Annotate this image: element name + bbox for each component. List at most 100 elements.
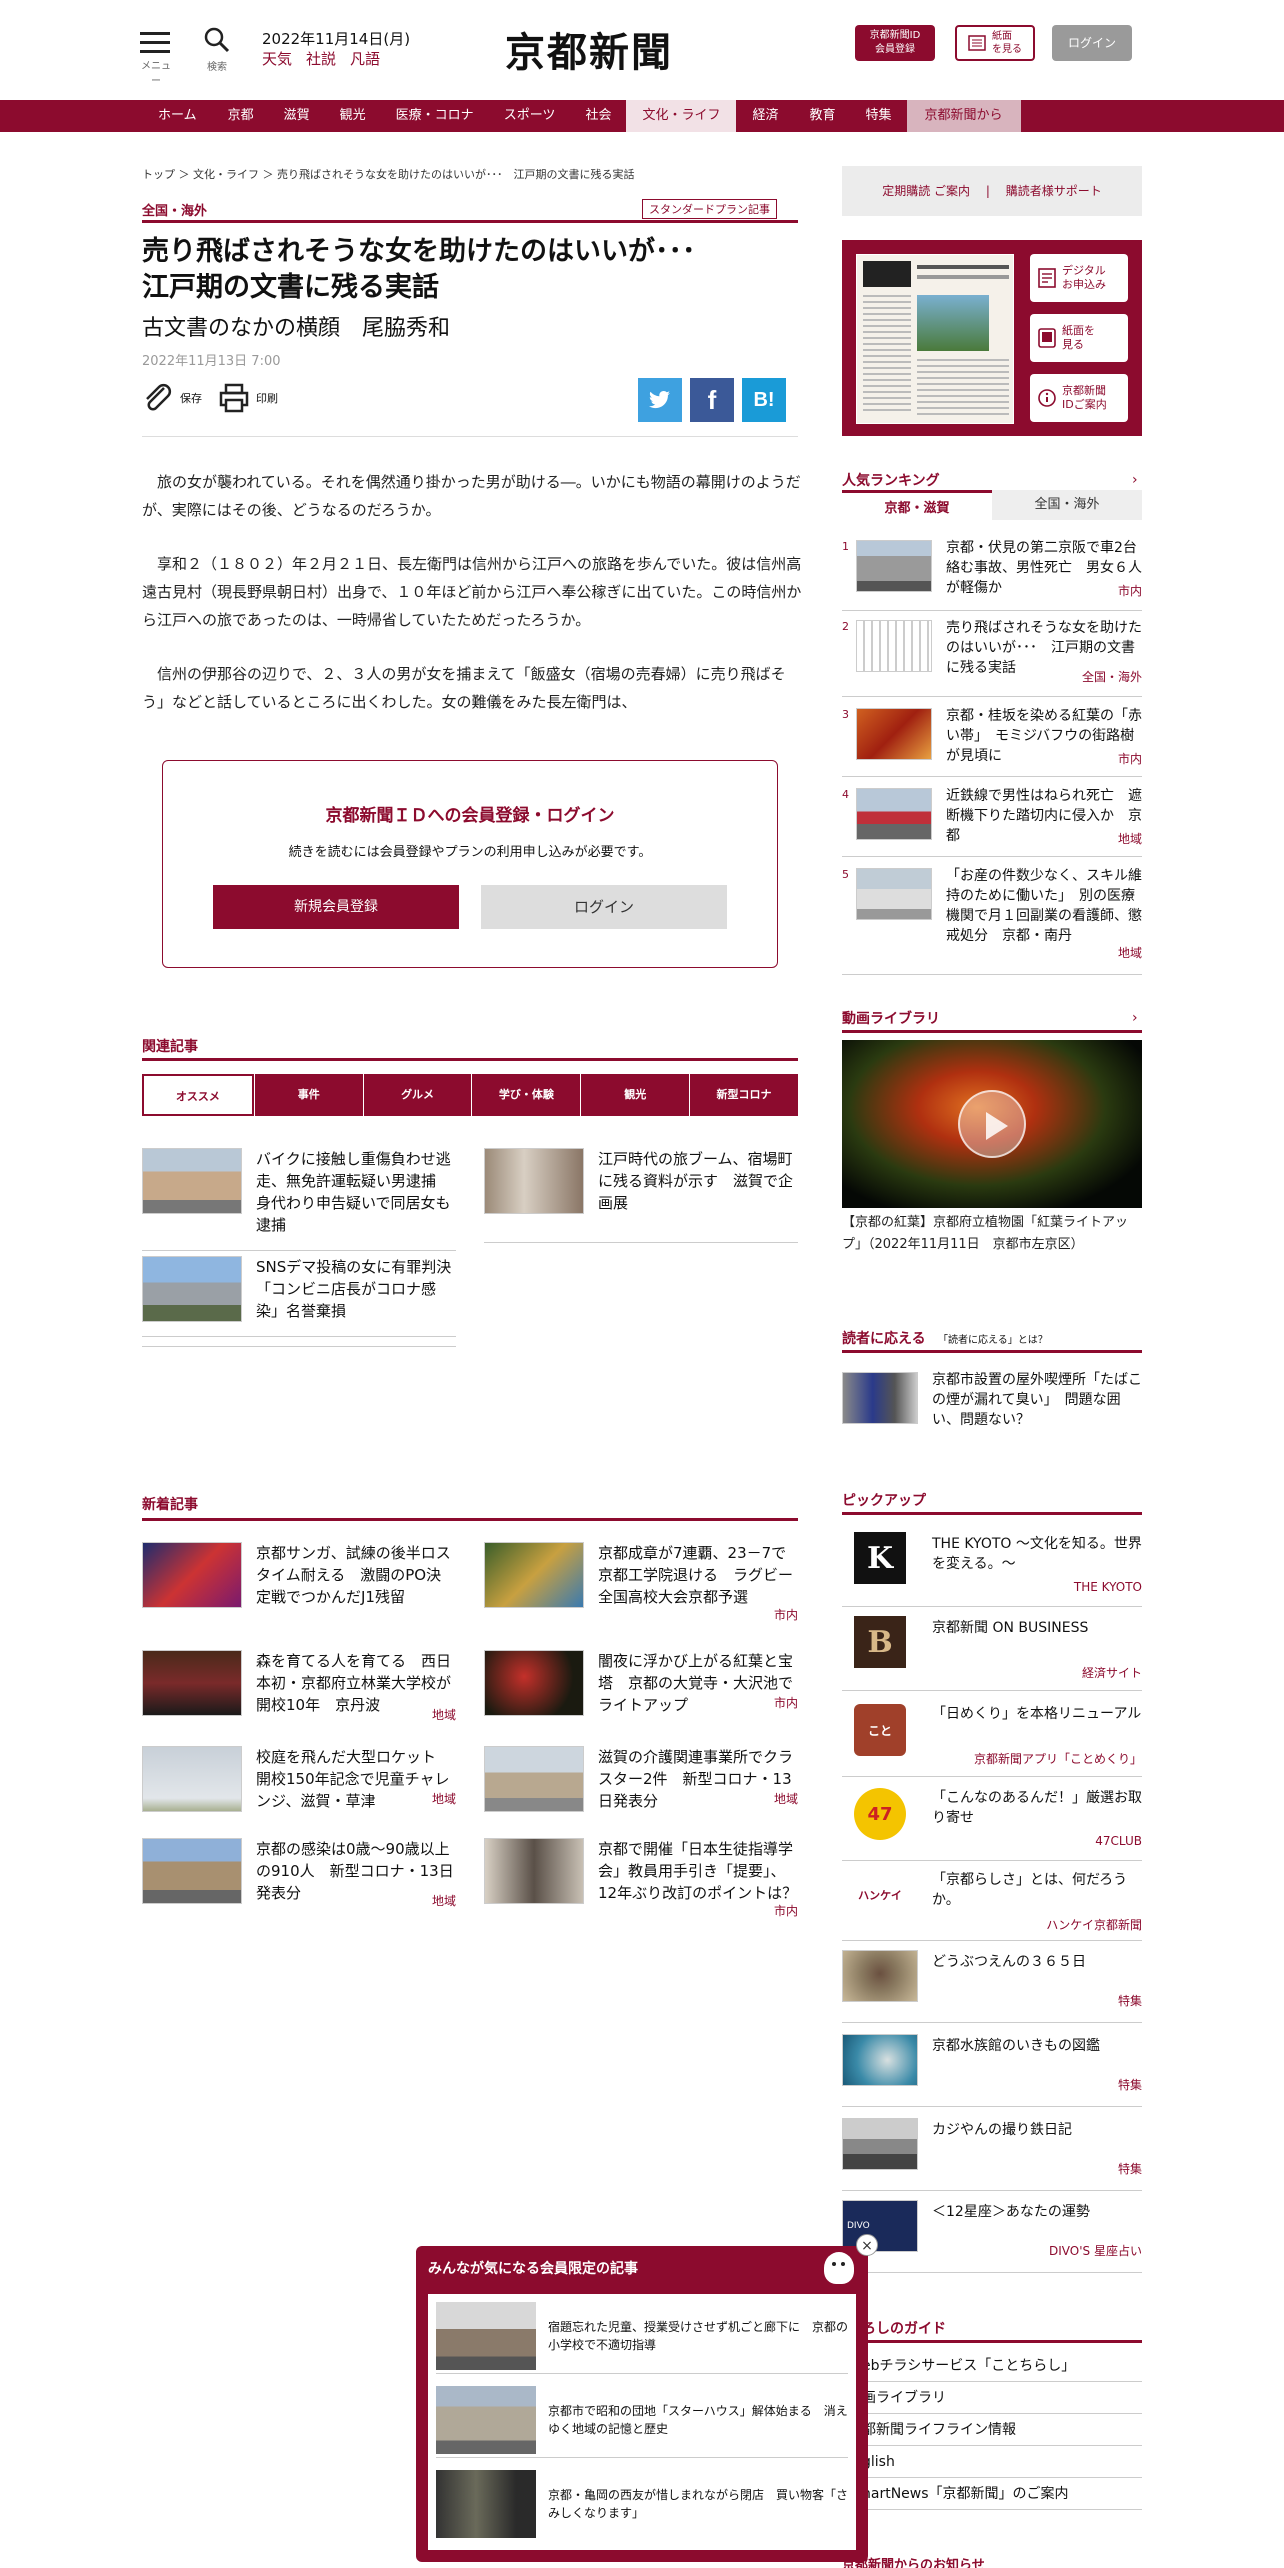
pickup-tag: ハンケイ京都新聞 (1046, 1918, 1142, 1932)
latest-thumb (142, 1838, 242, 1904)
pickup-item[interactable]: カジやんの撮り鉄日記 特集 (842, 2116, 1142, 2186)
article-tools: 保存 印刷 (142, 382, 278, 414)
nav-society[interactable]: 社会 (570, 100, 626, 132)
nav-economy[interactable]: 経済 (736, 100, 794, 132)
item-divider (842, 696, 1142, 697)
chevron-right-icon[interactable]: › (1132, 1010, 1138, 1026)
register-button[interactable]: 京都新聞ID 会員登録 (855, 25, 935, 61)
tab-learning[interactable]: 学び・体験 (471, 1074, 581, 1116)
ranking-item[interactable]: 3 京都・桂坂を染める紅葉の「赤い帯」 モミジバフウの街路樹が見頃に 市内 (842, 706, 1142, 770)
popup-item[interactable]: 宿題忘れた児童、授業受けさせず机ごと廊下に 京都の小学校で不適切指導 (436, 2298, 848, 2374)
play-icon[interactable] (958, 1090, 1026, 1158)
popup-item[interactable]: 京都市で昭和の団地「スターハウス」解体始まる 消えゆく地域の記憶と歴史 (436, 2382, 848, 2458)
column-link[interactable]: 凡語 (350, 50, 380, 68)
nav-education[interactable]: 教育 (794, 100, 850, 132)
latest-thumb (484, 1542, 584, 1608)
video-caption[interactable]: 【京都の紅葉】京都府立植物園「紅葉ライトアップ」（2022年11月11日 京都市… (842, 1212, 1142, 1256)
pickup-title: 「日めくり」を本格リニューアル (932, 1706, 1142, 1722)
support-link[interactable]: 購読者様サポート (1006, 184, 1102, 198)
save-button[interactable]: 保存 (142, 382, 202, 414)
pickup-item[interactable]: どうぶつえんの３６５日 特集 (842, 1948, 1142, 2018)
nav-from-kyoto-np[interactable]: 京都新聞から (906, 100, 1021, 132)
guide-rule (842, 2340, 1142, 2343)
reader-item[interactable]: 京都市設置の屋外喫煙所「たばこの煙が漏れて臭い」 問題な囲い、問題ない？ (842, 1370, 1142, 1436)
title-divider (142, 220, 798, 223)
related-rule (142, 1058, 798, 1061)
nav-shiga[interactable]: 滋賀 (269, 100, 325, 132)
site-logo[interactable]: 京都新聞 (505, 20, 673, 78)
article-title: 売り飛ばされそうな女を助けたのはいいが･･･ 江戸期の文書に残る実話 (142, 234, 802, 306)
weather-link[interactable]: 天気 (262, 50, 292, 68)
pickup-item[interactable]: K THE KYOTO ～文化を知る。世界を変える。～ THE KYOTO (842, 1530, 1142, 1600)
ranking-item[interactable]: 2 売り飛ばされそうな女を助けたのはいいが･･･ 江戸期の文書に残る実話 全国・… (842, 618, 1142, 685)
hatena-share-button[interactable]: B! (742, 378, 786, 422)
pickup-item[interactable]: B 京都新聞 ON BUSINESS 経済サイト (842, 1614, 1142, 1684)
item-divider (842, 2190, 1142, 2191)
digital-apply-button[interactable]: デジタル お申込み (1030, 254, 1128, 302)
latest-thumb (142, 1746, 242, 1812)
editorial-link[interactable]: 社説 (306, 50, 336, 68)
nav-home[interactable]: ホーム (142, 100, 213, 132)
the-kyoto-logo: K (854, 1532, 906, 1584)
menu-button[interactable]: メニュー (140, 28, 172, 87)
guide-heading: ろしのガイド (862, 2321, 946, 2337)
facebook-share-button[interactable]: f (690, 378, 734, 422)
tab-incidents[interactable]: 事件 (253, 1074, 363, 1116)
paywall-title: 京都新聞ＩＤへの会員登録・ログイン (325, 806, 615, 826)
video-thumbnail[interactable] (842, 1040, 1142, 1208)
close-icon[interactable]: × (856, 2234, 878, 2256)
nav-kyoto[interactable]: 京都 (213, 100, 269, 132)
ranking-tab-national[interactable]: 全国・海外 (992, 490, 1142, 520)
clip-icon (146, 383, 172, 411)
pickup-tag: 47CLUB (1095, 1834, 1142, 1848)
view-paper-side-button[interactable]: 紙面を 見る (1030, 314, 1128, 362)
header-login-button[interactable]: ログイン (1052, 25, 1132, 61)
nav-tourism[interactable]: 観光 (325, 100, 381, 132)
guide-link[interactable]: ebチラシサービス「ことちらし」 (862, 2350, 1142, 2382)
guide-link[interactable]: 画ライブラリ (862, 2382, 1142, 2414)
ranking-item[interactable]: 1 京都・伏見の第二京阪で車2台絡む事故、男性死亡 男女６人が軽傷か 市内 (842, 538, 1142, 602)
chevron-right-icon[interactable]: › (1132, 472, 1138, 488)
ranking-item[interactable]: 5 「お産の件数少なく、スキル維持のために働いた」 別の医療機関で月１回副業の看… (842, 866, 1142, 962)
popup-thumb (436, 2301, 536, 2370)
tab-covid[interactable]: 新型コロナ (689, 1074, 798, 1116)
pickup-item[interactable]: 京都水族館のいきもの図鑑 特集 (842, 2032, 1142, 2102)
print-button[interactable]: 印刷 (218, 382, 278, 414)
item-divider (842, 974, 1142, 975)
nav-medical[interactable]: 医療・コロナ (381, 100, 489, 132)
paywall-register-button[interactable]: 新規会員登録 (213, 885, 459, 929)
guide-link[interactable]: glish (862, 2446, 1142, 2478)
reader-about-link[interactable]: 「読者に応える」とは？ (938, 1335, 1048, 1346)
tab-tourism[interactable]: 観光 (580, 1074, 690, 1116)
article-date: 2022年11月13日 7:00 (142, 354, 281, 369)
pickup-item[interactable]: ハンケイ 「京都らしさ」とは、何だろうか。 ハンケイ京都新聞 (842, 1866, 1142, 1936)
related-title: 江戸時代の旅ブーム、宿場町に残る資料が示す 滋賀で企画展 (598, 1150, 794, 1212)
guide-link[interactable]: 都新聞ライフライン情報 (862, 2414, 1142, 2446)
nav-features[interactable]: 特集 (851, 100, 907, 132)
id-info-button[interactable]: 京都新聞 IDご案内 (1030, 374, 1128, 422)
ranking-item[interactable]: 4 近鉄線で男性はねられ死亡 遮断機下りた踏切内に侵入か 京都 地域 (842, 786, 1142, 850)
paywall-login-button[interactable]: ログイン (481, 885, 727, 929)
nav-culture[interactable]: 文化・ライフ (626, 100, 737, 132)
pickup-item[interactable]: 47 「こんなのあるんだ！」厳選お取り寄せ 47CLUB (842, 1784, 1142, 1854)
pickup-tag: 特集 (1117, 2162, 1142, 2176)
ranking-thumb (856, 620, 932, 672)
item-divider (142, 1250, 456, 1251)
article-category[interactable]: 全国・海外 (142, 200, 207, 219)
search-button[interactable]: 検索 (200, 26, 234, 73)
item-divider (842, 1860, 1142, 1861)
nav-sports[interactable]: スポーツ (489, 100, 571, 132)
popup-item[interactable]: 京都・亀岡の西友が惜しまれながら閉店 買い物客「さみしくなります」 (436, 2466, 848, 2542)
twitter-share-button[interactable] (638, 378, 682, 422)
tab-gourmet[interactable]: グルメ (362, 1074, 472, 1116)
pickup-item[interactable]: こと 「日めくり」を本格リニューアル 京都新聞アプリ「ことめくり」 (842, 1700, 1142, 1770)
tab-recommended[interactable]: オススメ (142, 1074, 254, 1116)
guide-link[interactable]: nartNews「京都新聞」のご案内 (862, 2478, 1142, 2510)
breadcrumb[interactable]: トップ ＞ 文化・ライフ ＞ 売り飛ばされそうな女を助けたのはいいが･･･ 江戸… (142, 166, 634, 182)
subscribe-link[interactable]: 定期購読 ご案内 (882, 184, 970, 198)
view-paper-button[interactable]: 紙面 を見る (955, 25, 1035, 61)
pickup-title: 京都水族館のいきもの図鑑 (932, 2038, 1100, 2054)
pickup-item[interactable]: DIVO ＜12星座＞あなたの運勢 DIVO'S 星座占い (842, 2198, 1142, 2268)
ranking-tab-local[interactable]: 京都・滋賀 (842, 496, 992, 522)
newspaper-thumbnail[interactable] (856, 254, 1014, 424)
